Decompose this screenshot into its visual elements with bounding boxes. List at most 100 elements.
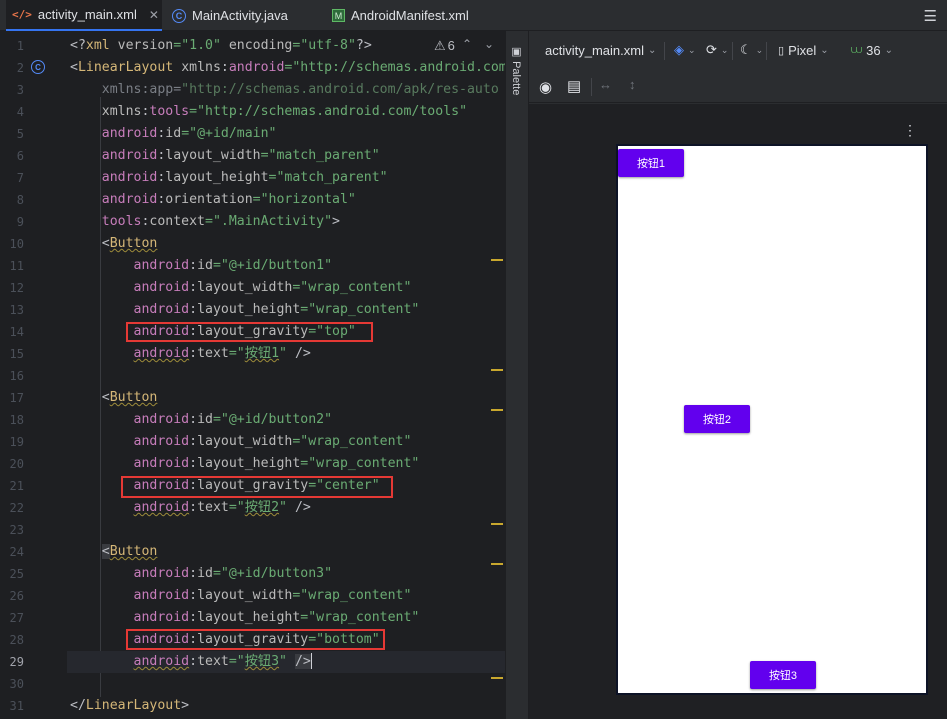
line-number: 20 bbox=[9, 457, 24, 471]
warning-icon: ⚠ bbox=[434, 38, 446, 53]
design-canvas[interactable]: ⋮ 按钮1 按钮2 按钮3 bbox=[529, 104, 947, 719]
line-number: 24 bbox=[9, 545, 24, 559]
device-label: Pixel bbox=[788, 43, 817, 58]
line-number: 15 bbox=[9, 347, 24, 361]
divider bbox=[766, 42, 767, 60]
more-options-icon[interactable]: ⋮ bbox=[903, 122, 917, 139]
code-line-8: android:orientation="horizontal" bbox=[101, 192, 356, 207]
preview-button-3[interactable]: 按钮3 bbox=[750, 661, 816, 689]
chevron-down-icon: ⌄ bbox=[647, 45, 657, 56]
scroll-marker bbox=[491, 523, 503, 525]
code-line-3: xmlns:app="http://schemas.android.com/ap… bbox=[101, 82, 499, 97]
line-number: 28 bbox=[9, 633, 24, 647]
code-area[interactable]: <?xml version="1.0" encoding="utf-8"?> <… bbox=[67, 31, 505, 719]
xml-icon: </> bbox=[12, 8, 32, 21]
chevron-down-icon: ⌄ bbox=[884, 45, 893, 56]
chevron-down-icon: ⌄ bbox=[820, 45, 829, 56]
preview-button-2[interactable]: 按钮2 bbox=[684, 405, 750, 433]
line-number: 22 bbox=[9, 501, 24, 515]
code-line-5: android:id="@+id/main" bbox=[101, 126, 277, 141]
text-caret bbox=[310, 653, 313, 669]
scroll-marker bbox=[491, 369, 503, 371]
highlight-box-gravity-center bbox=[121, 476, 393, 498]
line-number: 11 bbox=[9, 259, 24, 273]
code-line-7: android:layout_height="match_parent" bbox=[101, 170, 388, 185]
tab-label: AndroidManifest.xml bbox=[351, 8, 469, 23]
code-line-9: tools:context=".MainActivity"> bbox=[101, 214, 340, 229]
palette-strip[interactable]: ▣ Palette bbox=[505, 31, 529, 719]
line-number: 9 bbox=[16, 215, 24, 229]
code-editor[interactable]: 1 2 3 4 5 6 7 8 9 10 11 12 13 14 15 16 17 18 19 20 21 22 23 24 2… bbox=[0, 31, 505, 719]
orientation-icon[interactable]: ⟳ ⌄ bbox=[706, 42, 728, 58]
code-line-17: <Button bbox=[101, 390, 158, 405]
line-number: 2 bbox=[16, 61, 24, 75]
warning-count: 6 bbox=[447, 38, 455, 53]
line-number: 23 bbox=[9, 523, 24, 537]
blueprint-icon[interactable]: ▤ bbox=[567, 77, 581, 95]
tabs-menu-icon[interactable]: ☰ bbox=[924, 7, 937, 25]
code-line-12: android:layout_width="wrap_content" bbox=[133, 280, 412, 295]
class-gutter-icon[interactable]: C bbox=[31, 60, 45, 74]
vertical-resize-icon[interactable]: ↕ bbox=[629, 77, 636, 92]
layers-icon[interactable]: ◈ ⌄ bbox=[674, 42, 696, 58]
line-number: 4 bbox=[16, 105, 24, 119]
code-line-26: android:layout_width="wrap_content" bbox=[133, 588, 412, 603]
eye-icon[interactable]: ◉ bbox=[539, 78, 552, 96]
code-line-10: <Button bbox=[101, 236, 158, 251]
line-number: 6 bbox=[16, 149, 24, 163]
code-line-13: android:layout_height="wrap_content" bbox=[133, 302, 420, 317]
phone-icon: ▯ bbox=[778, 45, 785, 57]
line-number: 1 bbox=[16, 39, 24, 53]
close-icon[interactable]: ✕ bbox=[149, 8, 159, 22]
line-number: 29 bbox=[9, 655, 24, 669]
file-selector-dropdown[interactable]: activity_main.xml ⌄ bbox=[545, 43, 656, 58]
line-gutter: 1 2 3 4 5 6 7 8 9 10 11 12 13 14 15 16 17 18 19 20 21 22 23 24 2… bbox=[0, 31, 62, 719]
line-number: 27 bbox=[9, 611, 24, 625]
line-number: 13 bbox=[9, 303, 24, 317]
line-number: 3 bbox=[16, 83, 24, 97]
device-selector-dropdown[interactable]: ▯ Pixel ⌄ bbox=[778, 43, 829, 58]
code-line-25: android:id="@+id/button3" bbox=[133, 566, 333, 581]
line-number: 10 bbox=[9, 237, 24, 251]
code-line-2: <LinearLayout xmlns:android="http://sche… bbox=[70, 60, 505, 75]
divider bbox=[664, 42, 665, 60]
divider bbox=[732, 42, 733, 60]
tab-android-manifest-xml[interactable]: M AndroidManifest.xml bbox=[326, 0, 496, 31]
scroll-marker bbox=[491, 409, 503, 411]
code-line-22: android:text="按钮2" /> bbox=[133, 500, 311, 515]
warning-indicator[interactable]: ⚠ 6 bbox=[432, 38, 455, 54]
code-line-15: android:text="按钮1" /> bbox=[133, 346, 311, 361]
api-level-label: 36 bbox=[866, 43, 881, 58]
device-preview[interactable]: 按钮1 按钮2 按钮3 bbox=[616, 144, 928, 695]
palette-label[interactable]: ▣ Palette bbox=[510, 45, 523, 95]
code-line-4: xmlns:tools="http://schemas.android.com/… bbox=[101, 104, 468, 119]
tab-main-activity-java[interactable]: C MainActivity.java bbox=[166, 0, 316, 31]
line-number: 7 bbox=[16, 171, 24, 185]
line-number: 25 bbox=[9, 567, 24, 581]
line-number: 17 bbox=[9, 391, 24, 405]
code-line-27: android:layout_height="wrap_content" bbox=[133, 610, 420, 625]
code-line-19: android:layout_width="wrap_content" bbox=[133, 434, 412, 449]
code-line-24: <Button bbox=[101, 544, 158, 559]
api-level-dropdown[interactable]: ⩊ 36 ⌄ bbox=[851, 43, 893, 58]
preview-button-1[interactable]: 按钮1 bbox=[618, 149, 684, 177]
line-number: 18 bbox=[9, 413, 24, 427]
tab-activity-main-xml[interactable]: </> activity_main.xml ✕ bbox=[6, 0, 162, 31]
file-selector-label: activity_main.xml bbox=[545, 43, 644, 58]
line-number: 21 bbox=[9, 479, 24, 493]
code-line-6: android:layout_width="match_parent" bbox=[101, 148, 380, 163]
warning-nav-arrows-icon[interactable]: ⌃⌄ bbox=[462, 37, 505, 51]
line-number: 12 bbox=[9, 281, 24, 295]
manifest-icon: M bbox=[332, 9, 345, 22]
design-toolbar: activity_main.xml ⌄ ◈ ⌄ ⟳ ⌄ ☾ ⌄ ▯ Pixel ⌄ ⩊… bbox=[529, 31, 947, 71]
scroll-marker bbox=[491, 563, 503, 565]
divider bbox=[591, 78, 592, 96]
scroll-marker bbox=[491, 677, 503, 679]
code-line-31: </LinearLayout> bbox=[70, 698, 190, 713]
highlight-box-gravity-top bbox=[126, 322, 373, 342]
horizontal-resize-icon[interactable]: ↔ bbox=[599, 77, 612, 92]
code-line-29: android:text="按钮3" /> bbox=[67, 651, 505, 673]
line-number: 5 bbox=[16, 127, 24, 141]
line-number: 30 bbox=[9, 677, 24, 691]
night-mode-icon[interactable]: ☾ ⌄ bbox=[740, 42, 763, 58]
